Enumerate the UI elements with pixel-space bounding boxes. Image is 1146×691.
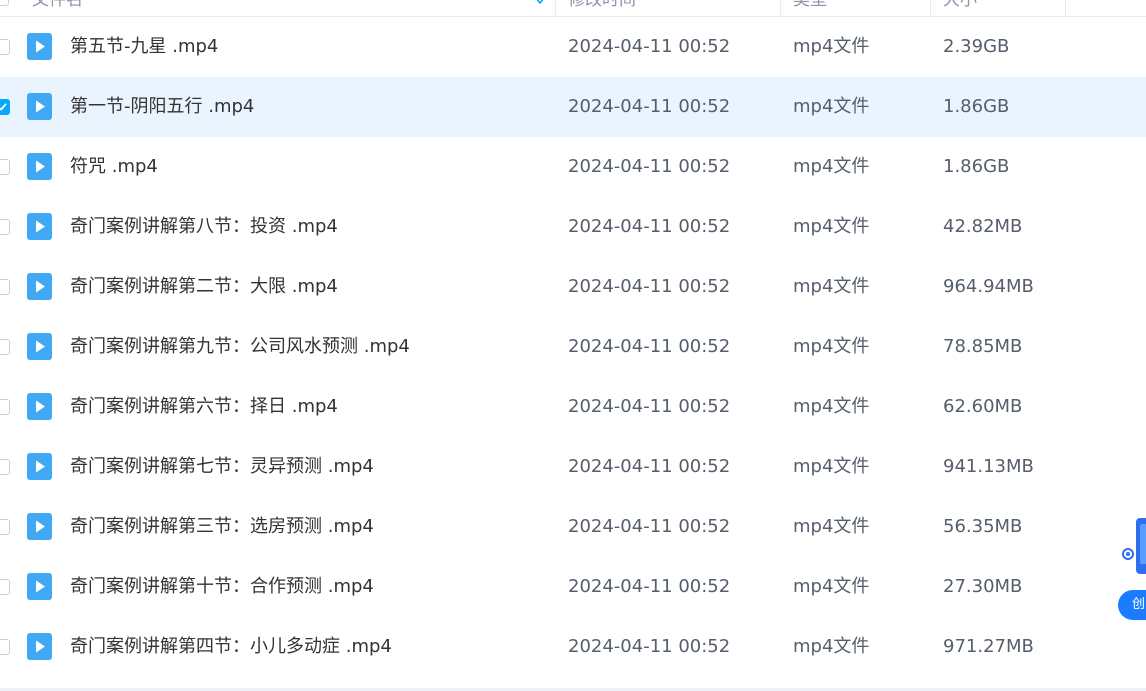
sort-arrow-icon[interactable] (534, 0, 546, 6)
file-modified-time: 2024-04-11 00:52 (568, 396, 731, 417)
assistant-mascot-icon (1122, 518, 1146, 574)
file-type: mp4文件 (793, 336, 870, 357)
file-row[interactable]: 奇门案例讲解第四节：小儿多动症 .mp4 2024-04-11 00:52 mp… (0, 617, 1146, 677)
row-checkbox[interactable] (0, 639, 10, 655)
file-list-header: 文件名 修改时间 类型 大小 (0, 0, 1146, 17)
file-row[interactable]: 第五节-九星 .mp4 2024-04-11 00:52 mp4文件 2.39G… (0, 17, 1146, 77)
select-all-checkbox[interactable] (0, 0, 9, 6)
row-checkbox[interactable] (0, 99, 10, 115)
video-file-icon (27, 93, 52, 120)
file-name[interactable]: 奇门案例讲解第三节：选房预测 .mp4 (70, 516, 374, 538)
floating-assistant-widget[interactable]: 创 (1118, 514, 1146, 624)
file-modified-time: 2024-04-11 00:52 (568, 456, 731, 477)
file-row[interactable]: 符咒 .mp4 2024-04-11 00:52 mp4文件 1.86GB (0, 137, 1146, 197)
file-modified-time: 2024-04-11 00:52 (568, 516, 731, 537)
file-row[interactable]: 奇门案例讲解第二节：大限 .mp4 2024-04-11 00:52 mp4文件… (0, 257, 1146, 317)
file-modified-time: 2024-04-11 00:52 (568, 156, 731, 177)
file-modified-time: 2024-04-11 00:52 (568, 636, 731, 657)
file-list: 第五节-九星 .mp4 2024-04-11 00:52 mp4文件 2.39G… (0, 17, 1146, 677)
video-file-icon (27, 453, 52, 480)
row-checkbox[interactable] (0, 159, 10, 175)
file-size: 1.86GB (943, 156, 1010, 177)
video-file-icon (27, 213, 52, 240)
file-row[interactable]: 奇门案例讲解第六节：择日 .mp4 2024-04-11 00:52 mp4文件… (0, 377, 1146, 437)
file-type: mp4文件 (793, 576, 870, 597)
video-file-icon (27, 573, 52, 600)
column-header-name[interactable]: 文件名 (32, 0, 83, 10)
file-type: mp4文件 (793, 276, 870, 297)
column-divider[interactable] (1065, 0, 1066, 16)
column-header-size[interactable]: 大小 (943, 0, 977, 10)
file-row[interactable]: 奇门案例讲解第七节：灵异预测 .mp4 2024-04-11 00:52 mp4… (0, 437, 1146, 497)
file-row[interactable]: 奇门案例讲解第八节：投资 .mp4 2024-04-11 00:52 mp4文件… (0, 197, 1146, 257)
file-size: 1.86GB (943, 96, 1010, 117)
file-modified-time: 2024-04-11 00:52 (568, 276, 731, 297)
video-file-icon (27, 333, 52, 360)
file-name[interactable]: 奇门案例讲解第七节：灵异预测 .mp4 (70, 456, 374, 478)
file-size: 971.27MB (943, 636, 1034, 657)
row-checkbox[interactable] (0, 519, 10, 535)
file-name[interactable]: 奇门案例讲解第六节：择日 .mp4 (70, 396, 338, 418)
file-name[interactable]: 符咒 .mp4 (70, 156, 158, 178)
file-size: 42.82MB (943, 216, 1023, 237)
column-header-modified-time[interactable]: 修改时间 (568, 0, 636, 10)
video-file-icon (27, 273, 52, 300)
file-type: mp4文件 (793, 516, 870, 537)
file-modified-time: 2024-04-11 00:52 (568, 96, 731, 117)
video-file-icon (27, 393, 52, 420)
file-type: mp4文件 (793, 456, 870, 477)
row-checkbox[interactable] (0, 339, 10, 355)
video-file-icon (27, 633, 52, 660)
row-checkbox[interactable] (0, 579, 10, 595)
file-modified-time: 2024-04-11 00:52 (568, 576, 731, 597)
row-checkbox[interactable] (0, 399, 10, 415)
file-type: mp4文件 (793, 96, 870, 117)
file-name[interactable]: 奇门案例讲解第四节：小儿多动症 .mp4 (70, 636, 392, 658)
column-divider[interactable] (930, 0, 931, 16)
file-type: mp4文件 (793, 636, 870, 657)
file-name[interactable]: 奇门案例讲解第九节：公司风水预测 .mp4 (70, 336, 410, 358)
file-name[interactable]: 奇门案例讲解第二节：大限 .mp4 (70, 276, 338, 298)
file-type: mp4文件 (793, 36, 870, 57)
row-checkbox[interactable] (0, 219, 10, 235)
file-name[interactable]: 奇门案例讲解第八节：投资 .mp4 (70, 216, 338, 238)
file-size: 62.60MB (943, 396, 1023, 417)
row-checkbox[interactable] (0, 459, 10, 475)
file-type: mp4文件 (793, 216, 870, 237)
file-row[interactable]: 奇门案例讲解第三节：选房预测 .mp4 2024-04-11 00:52 mp4… (0, 497, 1146, 557)
file-modified-time: 2024-04-11 00:52 (568, 336, 731, 357)
file-size: 941.13MB (943, 456, 1034, 477)
file-row[interactable]: 第一节-阴阳五行 .mp4 2024-04-11 00:52 mp4文件 1.8… (0, 77, 1146, 137)
file-type: mp4文件 (793, 396, 870, 417)
check-icon (0, 103, 7, 111)
row-checkbox[interactable] (0, 279, 10, 295)
column-divider[interactable] (555, 0, 556, 16)
file-type: mp4文件 (793, 156, 870, 177)
column-header-type[interactable]: 类型 (793, 0, 827, 10)
file-size: 56.35MB (943, 516, 1023, 537)
create-button[interactable]: 创 (1118, 590, 1146, 620)
video-file-icon (27, 153, 52, 180)
file-row[interactable]: 奇门案例讲解第十节：合作预测 .mp4 2024-04-11 00:52 mp4… (0, 557, 1146, 617)
file-size: 964.94MB (943, 276, 1034, 297)
file-name[interactable]: 第五节-九星 .mp4 (70, 36, 218, 58)
file-name[interactable]: 奇门案例讲解第十节：合作预测 .mp4 (70, 576, 374, 598)
file-size: 27.30MB (943, 576, 1023, 597)
video-file-icon (27, 33, 52, 60)
file-size: 2.39GB (943, 36, 1010, 57)
file-modified-time: 2024-04-11 00:52 (568, 36, 731, 57)
video-file-icon (27, 513, 52, 540)
file-size: 78.85MB (943, 336, 1023, 357)
file-row[interactable]: 奇门案例讲解第九节：公司风水预测 .mp4 2024-04-11 00:52 m… (0, 317, 1146, 377)
column-divider[interactable] (780, 0, 781, 16)
row-checkbox[interactable] (0, 39, 10, 55)
file-modified-time: 2024-04-11 00:52 (568, 216, 731, 237)
file-name[interactable]: 第一节-阴阳五行 .mp4 (70, 96, 254, 118)
